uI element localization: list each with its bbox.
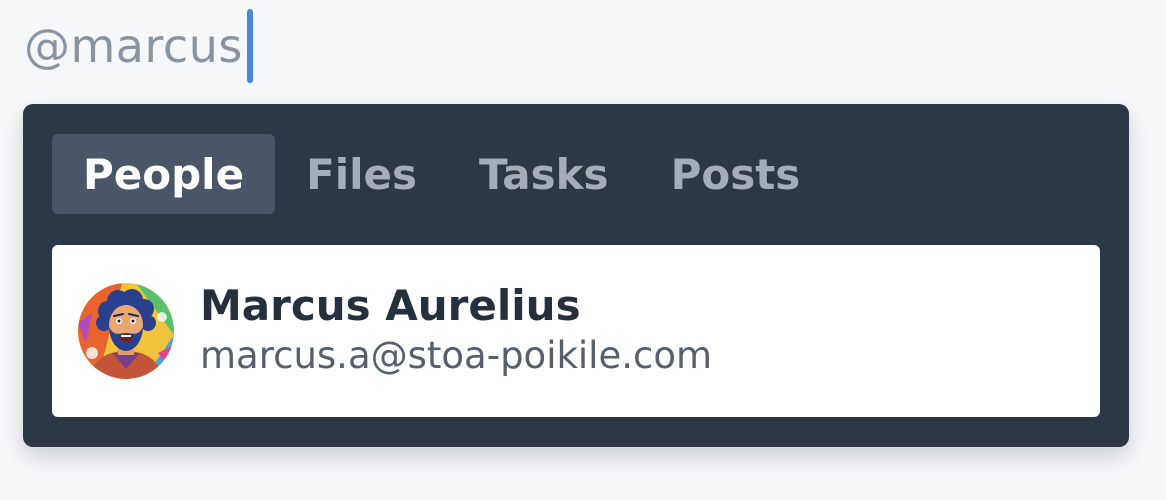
mention-dropdown-panel: People Files Tasks Posts Marcus Aurelius… xyxy=(23,104,1129,447)
person-result-item[interactable]: Marcus Aurelius marcus.a@stoa-poikile.co… xyxy=(52,245,1100,417)
category-tabs: People Files Tasks Posts xyxy=(52,134,831,214)
tab-posts[interactable]: Posts xyxy=(640,134,832,214)
mention-input[interactable]: @marcus xyxy=(24,6,253,86)
tab-files[interactable]: Files xyxy=(275,134,448,214)
person-email: marcus.a@stoa-poikile.com xyxy=(200,334,713,378)
tab-tasks[interactable]: Tasks xyxy=(448,134,640,214)
mention-query-text: @marcus xyxy=(24,19,243,73)
mention-autocomplete: @marcus People Files Tasks Posts Marcus … xyxy=(0,0,1166,500)
tab-people[interactable]: People xyxy=(52,134,276,214)
person-info: Marcus Aurelius marcus.a@stoa-poikile.co… xyxy=(200,282,712,379)
text-caret xyxy=(246,9,253,83)
person-name: Marcus Aurelius xyxy=(200,281,581,331)
avatar xyxy=(78,283,174,379)
